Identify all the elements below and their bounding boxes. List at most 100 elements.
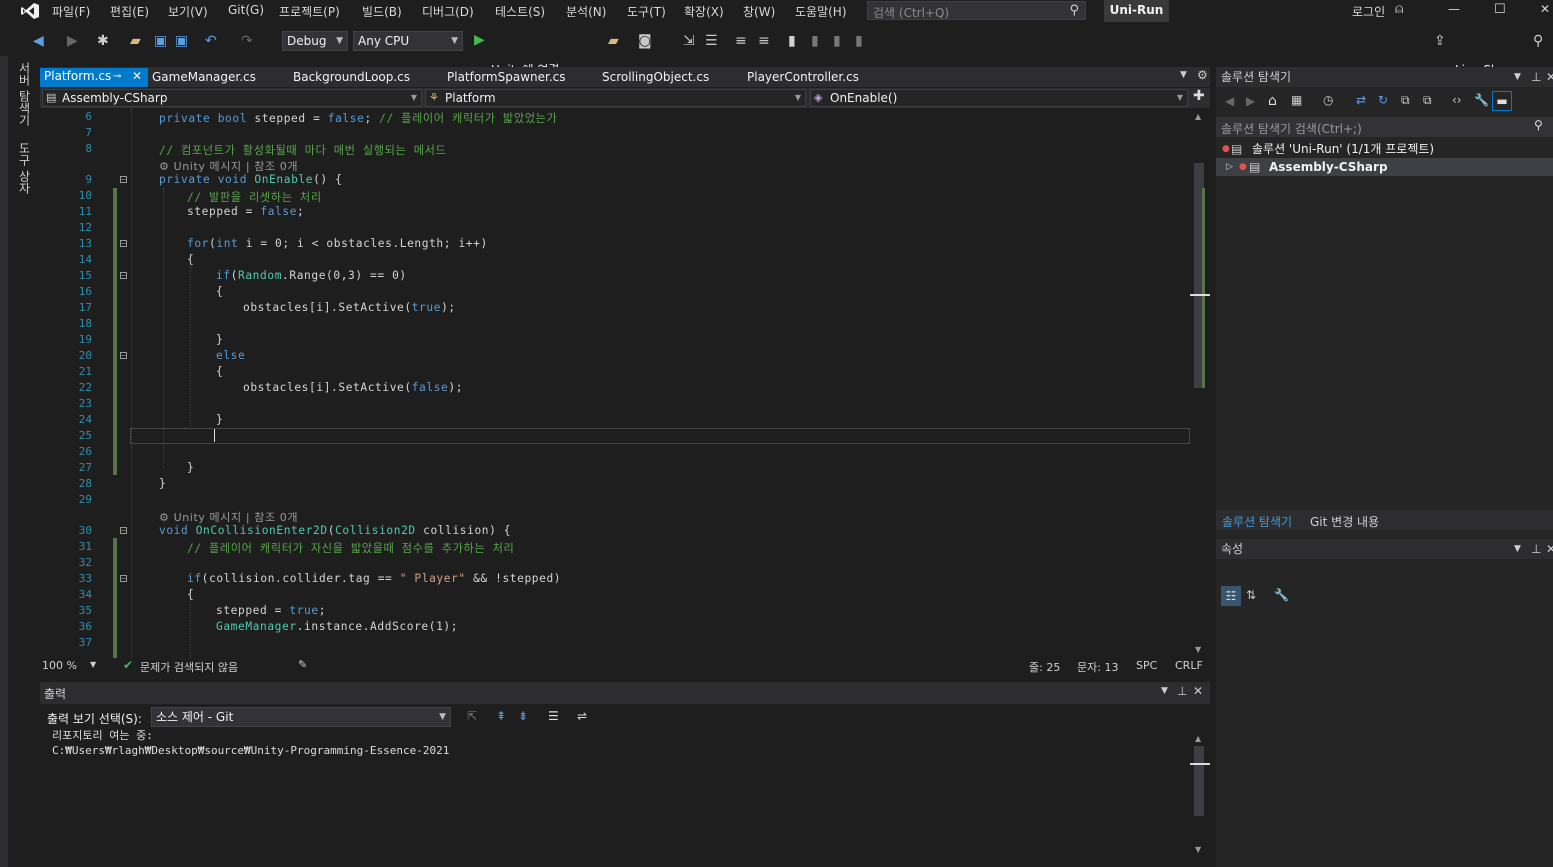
menu-analyze[interactable]: 분석(N) <box>566 3 606 20</box>
preview-icon[interactable]: ▬ <box>1492 91 1512 111</box>
chevron-down-icon[interactable]: ▼ <box>90 660 96 669</box>
undo-icon[interactable]: ↶ <box>205 33 217 49</box>
fold-marker[interactable]: − <box>120 176 127 184</box>
editor-scrollbar[interactable]: ▲ ▼ <box>1190 108 1210 658</box>
bookmark-prev-icon[interactable]: ▮ <box>811 33 819 49</box>
save-all-icon[interactable]: ▣ <box>175 33 188 49</box>
new-project-icon[interactable]: ✱ <box>97 33 109 49</box>
format-icon[interactable]: ☰ <box>705 33 718 49</box>
tab-list-dropdown-icon[interactable]: ▼ <box>1180 70 1187 80</box>
redo-icon[interactable]: ↷ <box>241 33 253 49</box>
tab-platform-cs[interactable]: Platform.cs ⊸ ✕ <box>40 68 148 87</box>
pin-icon[interactable]: ⊥ <box>1531 67 1541 87</box>
login-link[interactable]: 로그인 <box>1352 3 1385 20</box>
menu-view[interactable]: 보기(V) <box>168 3 208 20</box>
platform-dropdown[interactable]: Any CPU ▼ <box>353 31 463 51</box>
whitespace-mode[interactable]: SPC <box>1136 659 1157 672</box>
project-dropdown[interactable]: ▤ Assembly-CSharp ▼ <box>42 89 422 107</box>
menu-build[interactable]: 빌드(B) <box>362 3 402 20</box>
config-dropdown[interactable]: Debug ▼ <box>282 31 348 51</box>
close-icon[interactable]: ✕ <box>1546 539 1553 559</box>
switch-views-icon[interactable]: ▦ <box>1291 93 1302 107</box>
open-folder-icon[interactable]: ▰ <box>130 33 141 49</box>
back-icon[interactable]: ◀ <box>33 33 44 49</box>
chevron-down-icon[interactable]: ▼ <box>1161 686 1168 696</box>
scroll-thumb[interactable] <box>1194 746 1204 816</box>
bookmark-icon[interactable]: ▮ <box>788 33 796 49</box>
categorized-icon[interactable]: ☷ <box>1221 586 1241 606</box>
back-icon[interactable]: ◀ <box>1225 94 1234 108</box>
output-source-dropdown[interactable]: 소스 제어 - Git ▼ <box>151 707 451 727</box>
clear-all-icon[interactable]: ☰ <box>548 709 559 723</box>
tree-item-project[interactable]: ▷ ● ▤ Assembly-CSharp <box>1216 158 1553 176</box>
fold-marker[interactable]: − <box>120 527 127 535</box>
property-pages-icon[interactable]: 🔧 <box>1274 588 1289 602</box>
close-icon[interactable]: ✕ <box>1193 684 1203 698</box>
menu-debug[interactable]: 디버그(D) <box>422 3 474 20</box>
tab-backgroundloop-cs[interactable]: BackgroundLoop.cs <box>293 69 410 87</box>
issues-status[interactable]: 문제가 검색되지 않음 <box>140 659 238 675</box>
tab-toolbox[interactable]: 도구 상자 <box>16 142 33 194</box>
output-scrollbar[interactable]: ▲ ▼ <box>1190 730 1210 860</box>
codelens-hint[interactable]: ⚙ Unity 메시지 | 참조 0개 <box>159 158 298 174</box>
tab-gamemanager-cs[interactable]: GameManager.cs <box>152 69 256 87</box>
find-message-icon[interactable]: ⇱ <box>467 709 477 723</box>
tab-solution-explorer[interactable]: 솔루션 탐색기 <box>1222 513 1292 530</box>
prev-message-icon[interactable]: ⇞ <box>496 709 506 723</box>
scroll-down-icon[interactable]: ▼ <box>1195 645 1201 654</box>
maximize-button[interactable]: ☐ <box>1494 2 1506 17</box>
pin-icon[interactable]: ⊥ <box>1531 539 1541 559</box>
tab-playercontroller-cs[interactable]: PlayerController.cs <box>747 69 859 87</box>
close-icon[interactable]: ✕ <box>1546 67 1553 87</box>
home-icon[interactable]: ⌂ <box>1268 93 1277 109</box>
bookmark-clear-icon[interactable]: ▮ <box>855 33 863 49</box>
feedback-icon[interactable]: ⚲ <box>1533 33 1543 49</box>
pending-changes-icon[interactable]: ◷ <box>1323 93 1333 107</box>
tree-item-solution[interactable]: ● ▤ 솔루션 'Uni-Run' (1/1개 프로젝트) <box>1216 140 1553 158</box>
collapse-all-icon[interactable]: ⧉ <box>1401 93 1410 108</box>
play-icon[interactable]: ▶ <box>474 32 485 48</box>
menu-help[interactable]: 도움말(H) <box>795 3 847 20</box>
outdent-icon[interactable]: ≡ <box>758 33 770 49</box>
gear-icon[interactable]: ⚙ <box>1197 68 1208 82</box>
menu-edit[interactable]: 편집(E) <box>110 3 149 20</box>
chevron-down-icon[interactable]: ▼ <box>1514 67 1521 87</box>
save-icon[interactable]: ▣ <box>154 33 167 49</box>
show-all-files-icon[interactable]: ⧉ <box>1423 93 1432 108</box>
forward-icon[interactable]: ▶ <box>1246 94 1255 108</box>
tab-git-changes[interactable]: Git 변경 내용 <box>1310 513 1379 530</box>
chevron-down-icon[interactable]: ▼ <box>1514 539 1521 559</box>
wrench-icon[interactable]: 🔧 <box>1474 93 1489 107</box>
menu-window[interactable]: 창(W) <box>743 3 775 20</box>
menu-file[interactable]: 파일(F) <box>52 3 90 20</box>
pin-icon[interactable]: ⊥ <box>1177 684 1187 698</box>
search-input[interactable]: 검색 (Ctrl+Q) ⚲ <box>867 1 1086 20</box>
close-button[interactable]: ✕ <box>1540 2 1550 16</box>
zoom-level[interactable]: 100 % <box>42 659 77 672</box>
search-icon[interactable]: ⚲ <box>1534 118 1543 132</box>
menu-project[interactable]: 프로젝트(P) <box>279 3 340 20</box>
solution-search-input[interactable]: 솔루션 탐색기 검색(Ctrl+;) ⚲ <box>1216 117 1553 137</box>
step-icon[interactable]: ⇲ <box>683 33 695 49</box>
code-editor[interactable]: 6 7 8 9 10 11 12 13 14 15 16 17 18 19 20 21 22 23 24 25 26 27… <box>40 108 1190 658</box>
fold-marker[interactable]: − <box>120 272 127 280</box>
scroll-down-icon[interactable]: ▼ <box>1195 845 1201 854</box>
codelens-hint[interactable]: ⚙ Unity 메시지 | 참조 0개 <box>159 509 298 525</box>
alphabetical-icon[interactable]: ⇅ <box>1246 588 1256 602</box>
fold-marker[interactable]: − <box>120 575 127 583</box>
refresh-icon[interactable]: ↻ <box>1378 93 1388 107</box>
sync-icon[interactable]: ⇄ <box>1356 93 1366 107</box>
tab-platformspawner-cs[interactable]: PlatformSpawner.cs <box>447 69 566 87</box>
menu-git[interactable]: Git(G) <box>228 3 264 17</box>
tab-scrollingobject-cs[interactable]: ScrollingObject.cs <box>602 69 709 87</box>
expand-icon[interactable]: ▷ <box>1226 158 1233 176</box>
next-message-icon[interactable]: ⇟ <box>518 709 528 723</box>
word-wrap-icon[interactable]: ⇌ <box>577 709 587 723</box>
indent-icon[interactable]: ≡ <box>735 33 747 49</box>
brush-icon[interactable]: ✎ <box>298 658 307 671</box>
camera-icon[interactable]: ◙ <box>638 33 652 49</box>
close-tab-icon[interactable]: ✕ <box>132 68 142 85</box>
pin-icon[interactable]: ⊸ <box>113 68 121 85</box>
split-icon[interactable]: ✚ <box>1193 88 1205 104</box>
member-dropdown[interactable]: ◈ OnEnable() ▼ <box>810 89 1188 107</box>
